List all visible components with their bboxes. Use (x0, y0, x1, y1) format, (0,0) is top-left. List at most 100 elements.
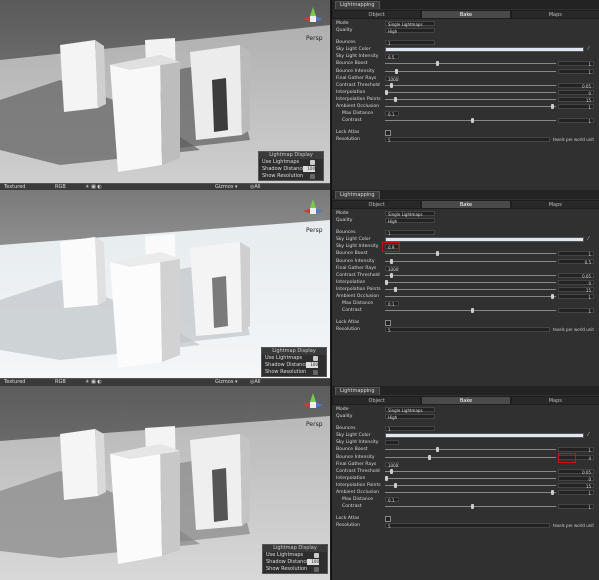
window-tab-lightmapping[interactable]: Lightmapping (335, 387, 380, 395)
ambient-occlusion-input[interactable]: 1 (558, 294, 594, 300)
interpolation-points-input[interactable]: 15 (558, 96, 594, 103)
final-gather-rays-input[interactable]: 1000 (385, 265, 399, 272)
final-gather-rays-input[interactable]: 1000 (385, 75, 399, 82)
orientation-gizmo[interactable] (300, 198, 326, 222)
interpolation-points-slider[interactable] (385, 96, 556, 102)
bounce-boost-slider[interactable] (385, 447, 556, 453)
tab-bake[interactable]: Bake (421, 396, 511, 405)
bounces-dropdown[interactable]: 1 (385, 426, 435, 432)
show-resolution-row[interactable]: Show Resolution (263, 566, 327, 573)
eyedropper-icon[interactable]: ⁄ (588, 47, 594, 52)
tab-object[interactable]: Object (332, 396, 422, 405)
ambient-occlusion-input[interactable]: 1 (558, 490, 594, 496)
contrast-slider[interactable] (385, 118, 556, 124)
ambient-occlusion-slider[interactable] (385, 104, 556, 110)
shadow-distance-input[interactable]: 100 (303, 166, 315, 172)
eyedropper-icon[interactable]: ⁄ (588, 433, 594, 438)
tab-bake[interactable]: Bake (421, 10, 511, 19)
use-lightmaps-row[interactable]: Use Lightmaps (259, 159, 323, 166)
window-tab-lightmapping[interactable]: Lightmapping (335, 191, 380, 199)
render-mode-dropdown[interactable]: Textured (4, 379, 25, 386)
contrast-threshold-input[interactable]: 0.05 (558, 82, 594, 89)
show-resolution-checkbox[interactable] (310, 174, 315, 179)
interpolation-input[interactable]: 0 (558, 89, 594, 96)
mode-dropdown[interactable]: Single Lightmaps (385, 407, 435, 413)
bounce-boost-input[interactable]: 1 (558, 61, 594, 67)
bounce-intensity-input[interactable]: 1 (558, 68, 594, 75)
ambient-occlusion-input[interactable]: 1 (558, 104, 594, 110)
max-distance-input[interactable]: 0.1 (385, 301, 399, 307)
sky-light-color-swatch[interactable] (385, 237, 584, 243)
use-lightmaps-row[interactable]: Use Lightmaps (262, 355, 326, 362)
bounce-intensity-input[interactable]: 0.5 (558, 258, 594, 265)
interpolation-input[interactable]: 0 (558, 279, 594, 286)
interpolation-points-slider[interactable] (385, 482, 556, 488)
contrast-input[interactable]: 1 (558, 308, 594, 314)
contrast-threshold-slider[interactable] (385, 82, 556, 88)
contrast-slider[interactable] (385, 308, 556, 314)
projection-label[interactable]: Persp (306, 421, 323, 428)
resolution-input[interactable]: 5 (385, 137, 550, 143)
tab-object[interactable]: Object (332, 200, 422, 209)
channel-dropdown[interactable]: RGB (55, 379, 66, 386)
scene-view[interactable]: Persp Lightmap Display Use Lightmaps Sha… (0, 386, 330, 580)
bounce-boost-slider[interactable] (385, 251, 556, 257)
tab-bake[interactable]: Bake (421, 200, 511, 209)
ambient-occlusion-slider[interactable] (385, 294, 556, 300)
use-lightmaps-row[interactable]: Use Lightmaps (263, 552, 327, 559)
sky-light-color-swatch[interactable] (385, 47, 584, 53)
max-distance-input[interactable]: 0.1 (385, 497, 399, 503)
bounce-intensity-slider[interactable] (385, 454, 556, 460)
shadow-distance-row[interactable]: Shadow Distance 100 (263, 559, 327, 566)
shadow-distance-row[interactable]: Shadow Distance 100 (259, 166, 323, 173)
resolution-input[interactable]: 5 (385, 327, 550, 333)
contrast-threshold-input[interactable]: 0.05 (558, 272, 594, 279)
sky-light-color-swatch[interactable] (385, 433, 584, 439)
eyedropper-icon[interactable]: ⁄ (588, 237, 594, 242)
interpolation-slider[interactable] (385, 89, 556, 95)
show-resolution-checkbox[interactable] (313, 370, 318, 375)
lock-atlas-checkbox[interactable] (385, 516, 391, 523)
bounce-boost-input[interactable]: 1 (558, 251, 594, 257)
ambient-occlusion-slider[interactable] (385, 490, 556, 496)
max-distance-input[interactable]: 0.1 (385, 111, 399, 117)
interpolation-input[interactable]: 0 (558, 475, 594, 482)
shadow-distance-input[interactable]: 100 (307, 559, 319, 565)
bounces-dropdown[interactable]: 1 (385, 230, 435, 236)
bounce-intensity-slider[interactable] (385, 258, 556, 264)
show-resolution-row[interactable]: Show Resolution (259, 173, 323, 180)
scene-lighting-toggle-icon[interactable]: ☀ ▣ ◐ (85, 379, 102, 386)
orientation-gizmo[interactable] (300, 6, 326, 30)
mode-dropdown[interactable]: Single Lightmaps (385, 211, 435, 217)
lock-atlas-checkbox[interactable] (385, 130, 391, 137)
lock-atlas-checkbox[interactable] (385, 320, 391, 327)
interpolation-slider[interactable] (385, 475, 556, 481)
quality-dropdown[interactable]: High (385, 28, 435, 34)
scene-view[interactable]: Persp Lightmap Display Use Lightmaps Sha… (0, 0, 330, 183)
shadow-distance-row[interactable]: Shadow Distance 100 (262, 362, 326, 369)
contrast-threshold-slider[interactable] (385, 468, 556, 474)
contrast-threshold-slider[interactable] (385, 272, 556, 278)
resolution-input[interactable]: 5 (385, 523, 550, 529)
interpolation-points-input[interactable]: 15 (558, 286, 594, 293)
mode-dropdown[interactable]: Single Lightmaps (385, 21, 435, 27)
tab-maps[interactable]: Maps (510, 200, 599, 209)
gizmos-dropdown[interactable]: Gizmos ▾ (215, 379, 238, 386)
window-tab-lightmapping[interactable]: Lightmapping (335, 1, 380, 9)
interpolation-points-slider[interactable] (385, 286, 556, 292)
scene-view[interactable]: Persp Lightmap Display Use Lightmaps Sha… (0, 190, 330, 378)
show-resolution-checkbox[interactable] (314, 567, 319, 572)
sky-light-intensity-input[interactable] (385, 440, 399, 446)
sky-light-intensity-input[interactable]: 0.5 (385, 54, 399, 60)
quality-dropdown[interactable]: High (385, 218, 435, 224)
shadow-distance-input[interactable]: 100 (306, 362, 318, 368)
contrast-input[interactable]: 1 (558, 504, 594, 510)
projection-label[interactable]: Persp (306, 227, 323, 234)
bounces-dropdown[interactable]: 1 (385, 40, 435, 46)
contrast-slider[interactable] (385, 504, 556, 510)
quality-dropdown[interactable]: High (385, 414, 435, 420)
tab-maps[interactable]: Maps (510, 10, 599, 19)
projection-label[interactable]: Persp (306, 35, 323, 42)
tab-maps[interactable]: Maps (510, 396, 599, 405)
tab-object[interactable]: Object (332, 10, 422, 19)
